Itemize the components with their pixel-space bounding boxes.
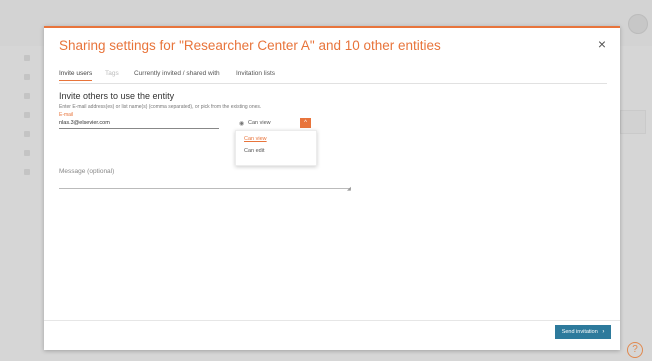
sidebar-icon [24, 131, 30, 137]
tab-invite-users[interactable]: Invite users [59, 70, 93, 81]
option-can-view[interactable]: Can view [244, 136, 267, 142]
invite-instructions: Enter E-mail address(es) or list name(s)… [59, 104, 262, 110]
close-icon[interactable]: × [598, 36, 606, 52]
message-field[interactable] [59, 178, 351, 189]
user-avatar-icon [628, 14, 648, 34]
sidebar-icon [24, 55, 30, 61]
message-label: Message (optional) [59, 168, 115, 175]
sidebar-icon [24, 150, 30, 156]
send-invitation-button[interactable]: Send invitation › [555, 325, 611, 339]
permission-dropdown: Can view Can edit [235, 130, 317, 166]
sidebar-icon [24, 93, 30, 99]
background-panel [620, 110, 646, 134]
footer-divider [44, 320, 620, 321]
tab-currently-invited[interactable]: Currently invited / shared with [134, 70, 220, 77]
chevron-up-icon[interactable]: ^ [300, 118, 311, 128]
chevron-right-icon: › [602, 329, 605, 335]
invite-heading: Invite others to use the entity [59, 91, 175, 101]
permission-select[interactable]: ◉ Can view ^ [231, 118, 313, 130]
eye-icon: ◉ [239, 121, 245, 127]
option-can-edit[interactable]: Can edit [244, 148, 265, 154]
sidebar-icon [24, 112, 30, 118]
background-sidebar [20, 55, 34, 255]
sidebar-icon [24, 169, 30, 175]
sidebar-icon [24, 74, 30, 80]
sharing-settings-dialog: Sharing settings for "Researcher Center … [44, 26, 620, 350]
tab-tags[interactable]: Tags [105, 70, 119, 77]
resize-handle-icon[interactable]: ◢ [347, 186, 351, 192]
permission-current: Can view [248, 120, 271, 126]
dialog-title: Sharing settings for "Researcher Center … [59, 38, 441, 53]
help-icon[interactable]: ? [627, 342, 643, 358]
send-invitation-label: Send invitation [561, 329, 598, 335]
tab-bar: Invite users Tags Currently invited / sh… [59, 66, 607, 84]
email-field[interactable] [59, 118, 219, 129]
tab-invitation-lists[interactable]: Invitation lists [236, 70, 275, 77]
